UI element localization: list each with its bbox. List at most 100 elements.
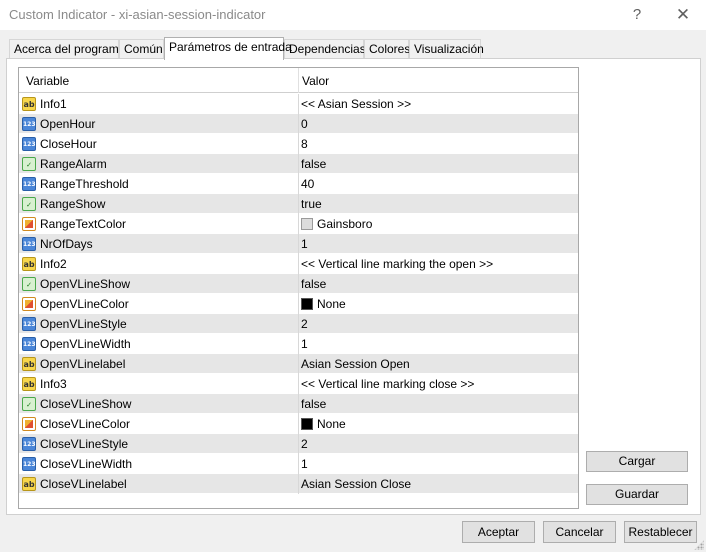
reset-button[interactable]: Restablecer bbox=[624, 521, 697, 543]
parameter-name: OpenHour bbox=[40, 117, 96, 131]
table-row[interactable]: 123 OpenHour 0 bbox=[19, 114, 578, 134]
table-row[interactable]: 123 CloseHour 8 bbox=[19, 134, 578, 154]
parameter-name-cell[interactable]: 123 CloseVLineWidth bbox=[19, 454, 299, 474]
parameter-name-cell[interactable]: OpenVLineColor bbox=[19, 294, 299, 314]
ok-button[interactable]: Aceptar bbox=[462, 521, 535, 543]
integer-type-icon: 123 bbox=[22, 317, 36, 331]
parameter-name: Info1 bbox=[40, 97, 67, 111]
table-row[interactable]: ✓ RangeAlarm false bbox=[19, 154, 578, 174]
string-type-icon: ab bbox=[22, 357, 36, 371]
color-swatch[interactable] bbox=[301, 218, 313, 230]
parameter-name: RangeAlarm bbox=[40, 157, 107, 171]
table-row[interactable]: ab OpenVLinelabel Asian Session Open bbox=[19, 354, 578, 374]
cancel-button[interactable]: Cancelar bbox=[543, 521, 616, 543]
column-header-value[interactable]: Valor bbox=[302, 74, 329, 88]
parameter-name-cell[interactable]: 123 OpenVLineWidth bbox=[19, 334, 299, 354]
parameter-name-cell[interactable]: RangeTextColor bbox=[19, 214, 299, 234]
column-separator[interactable] bbox=[298, 68, 299, 93]
parameter-value: << Vertical line marking the open >> bbox=[301, 257, 494, 271]
boolean-type-icon: ✓ bbox=[22, 157, 36, 171]
help-button[interactable]: ? bbox=[622, 4, 652, 26]
parameter-name: RangeTextColor bbox=[40, 217, 127, 231]
parameter-name-cell[interactable]: 123 NrOfDays bbox=[19, 234, 299, 254]
string-type-icon: ab bbox=[22, 477, 36, 491]
parameter-name-cell[interactable]: ✓ OpenVLineShow bbox=[19, 274, 299, 294]
table-row[interactable]: ✓ RangeShow true bbox=[19, 194, 578, 214]
parameter-value: false bbox=[301, 397, 327, 411]
color-type-icon bbox=[22, 297, 36, 311]
save-button[interactable]: Guardar bbox=[586, 484, 688, 505]
parameter-value: None bbox=[317, 297, 346, 311]
parameter-name-cell[interactable]: 123 OpenHour bbox=[19, 114, 299, 134]
integer-type-icon: 123 bbox=[22, 437, 36, 451]
grid-header: Variable Valor bbox=[19, 68, 578, 93]
parameter-name-cell[interactable]: ab Info3 bbox=[19, 374, 299, 394]
parameter-value: 8 bbox=[301, 137, 308, 151]
integer-type-icon: 123 bbox=[22, 177, 36, 191]
tab-visualization[interactable]: Visualización bbox=[409, 39, 484, 59]
parameter-name-cell[interactable]: 123 RangeThreshold bbox=[19, 174, 299, 194]
parameter-name-cell[interactable]: CloseVLineColor bbox=[19, 414, 299, 434]
parameter-value: << Vertical line marking close >> bbox=[301, 377, 475, 391]
table-row[interactable]: ab Info3 << Vertical line marking close >> bbox=[19, 374, 578, 394]
table-row[interactable]: ✓ OpenVLineShow false bbox=[19, 274, 578, 294]
parameter-value: 1 bbox=[301, 237, 308, 251]
parameter-value: 1 bbox=[301, 337, 308, 351]
tab-colors[interactable]: Colores bbox=[364, 39, 410, 59]
table-row[interactable]: ab Info2 << Vertical line marking the open… bbox=[19, 254, 578, 274]
parameter-name: CloseVLineStyle bbox=[40, 437, 129, 451]
table-row[interactable]: 123 RangeThreshold 40 bbox=[19, 174, 578, 194]
table-row[interactable]: 123 CloseVLineStyle 2 bbox=[19, 434, 578, 454]
table-row[interactable]: ab Info1 << Asian Session >> bbox=[19, 94, 578, 114]
table-row[interactable]: 123 OpenVLineWidth 1 bbox=[19, 334, 578, 354]
load-button[interactable]: Cargar bbox=[586, 451, 688, 472]
tab-dependencies[interactable]: Dependencias bbox=[284, 39, 366, 59]
column-header-variable[interactable]: Variable bbox=[26, 74, 69, 88]
color-swatch[interactable] bbox=[301, 418, 313, 430]
parameter-name-cell[interactable]: 123 CloseVLineStyle bbox=[19, 434, 299, 454]
parameter-name-cell[interactable]: 123 OpenVLineStyle bbox=[19, 314, 299, 334]
parameter-value: true bbox=[301, 197, 322, 211]
color-type-icon bbox=[22, 217, 36, 231]
parameter-name: OpenVLineShow bbox=[40, 277, 131, 291]
tab-common[interactable]: Común bbox=[119, 39, 164, 59]
color-type-icon bbox=[22, 417, 36, 431]
parameter-value: 2 bbox=[301, 437, 308, 451]
parameter-name-cell[interactable]: 123 CloseHour bbox=[19, 134, 299, 154]
parameter-name: OpenVLineColor bbox=[40, 297, 129, 311]
integer-type-icon: 123 bbox=[22, 117, 36, 131]
table-row[interactable]: OpenVLineColor None bbox=[19, 294, 578, 314]
integer-type-icon: 123 bbox=[22, 457, 36, 471]
table-row[interactable]: CloseVLineColor None bbox=[19, 414, 578, 434]
integer-type-icon: 123 bbox=[22, 237, 36, 251]
parameter-name-cell[interactable]: ab CloseVLinelabel bbox=[19, 474, 299, 494]
color-swatch[interactable] bbox=[301, 298, 313, 310]
parameter-name: CloseVLineColor bbox=[40, 417, 131, 431]
title-bar: Custom Indicator - xi-asian-session-indi… bbox=[0, 0, 706, 30]
parameter-name-cell[interactable]: ✓ CloseVLineShow bbox=[19, 394, 299, 414]
parameter-name: RangeShow bbox=[40, 197, 106, 211]
table-row[interactable]: 123 NrOfDays 1 bbox=[19, 234, 578, 254]
string-type-icon: ab bbox=[22, 97, 36, 111]
table-row[interactable]: ab CloseVLinelabel Asian Session Close bbox=[19, 474, 578, 494]
parameter-name-cell[interactable]: ✓ RangeAlarm bbox=[19, 154, 299, 174]
table-row[interactable]: 123 OpenVLineStyle 2 bbox=[19, 314, 578, 334]
parameter-value: 2 bbox=[301, 317, 308, 331]
parameter-name-cell[interactable]: ab OpenVLinelabel bbox=[19, 354, 299, 374]
parameter-name: CloseHour bbox=[40, 137, 97, 151]
parameter-name: CloseVLineShow bbox=[40, 397, 132, 411]
tab-input-parameters[interactable]: Parámetros de entrada bbox=[164, 37, 292, 60]
tab-about[interactable]: Acerca del programa bbox=[9, 39, 125, 59]
table-row[interactable]: ✓ CloseVLineShow false bbox=[19, 394, 578, 414]
parameter-name-cell[interactable]: ✓ RangeShow bbox=[19, 194, 299, 214]
parameter-name-cell[interactable]: ab Info2 bbox=[19, 254, 299, 274]
close-button[interactable]: ✕ bbox=[668, 4, 698, 26]
table-row[interactable]: 123 CloseVLineWidth 1 bbox=[19, 454, 578, 474]
parameter-value: 40 bbox=[301, 177, 315, 191]
parameter-name: OpenVLinelabel bbox=[40, 357, 126, 371]
parameter-name-cell[interactable]: ab Info1 bbox=[19, 94, 299, 114]
boolean-type-icon: ✓ bbox=[22, 397, 36, 411]
table-row[interactable]: RangeTextColor Gainsboro bbox=[19, 214, 578, 234]
tab-panel: Variable Valor ab Info1 << Asian Session >… bbox=[6, 58, 701, 515]
string-type-icon: ab bbox=[22, 377, 36, 391]
